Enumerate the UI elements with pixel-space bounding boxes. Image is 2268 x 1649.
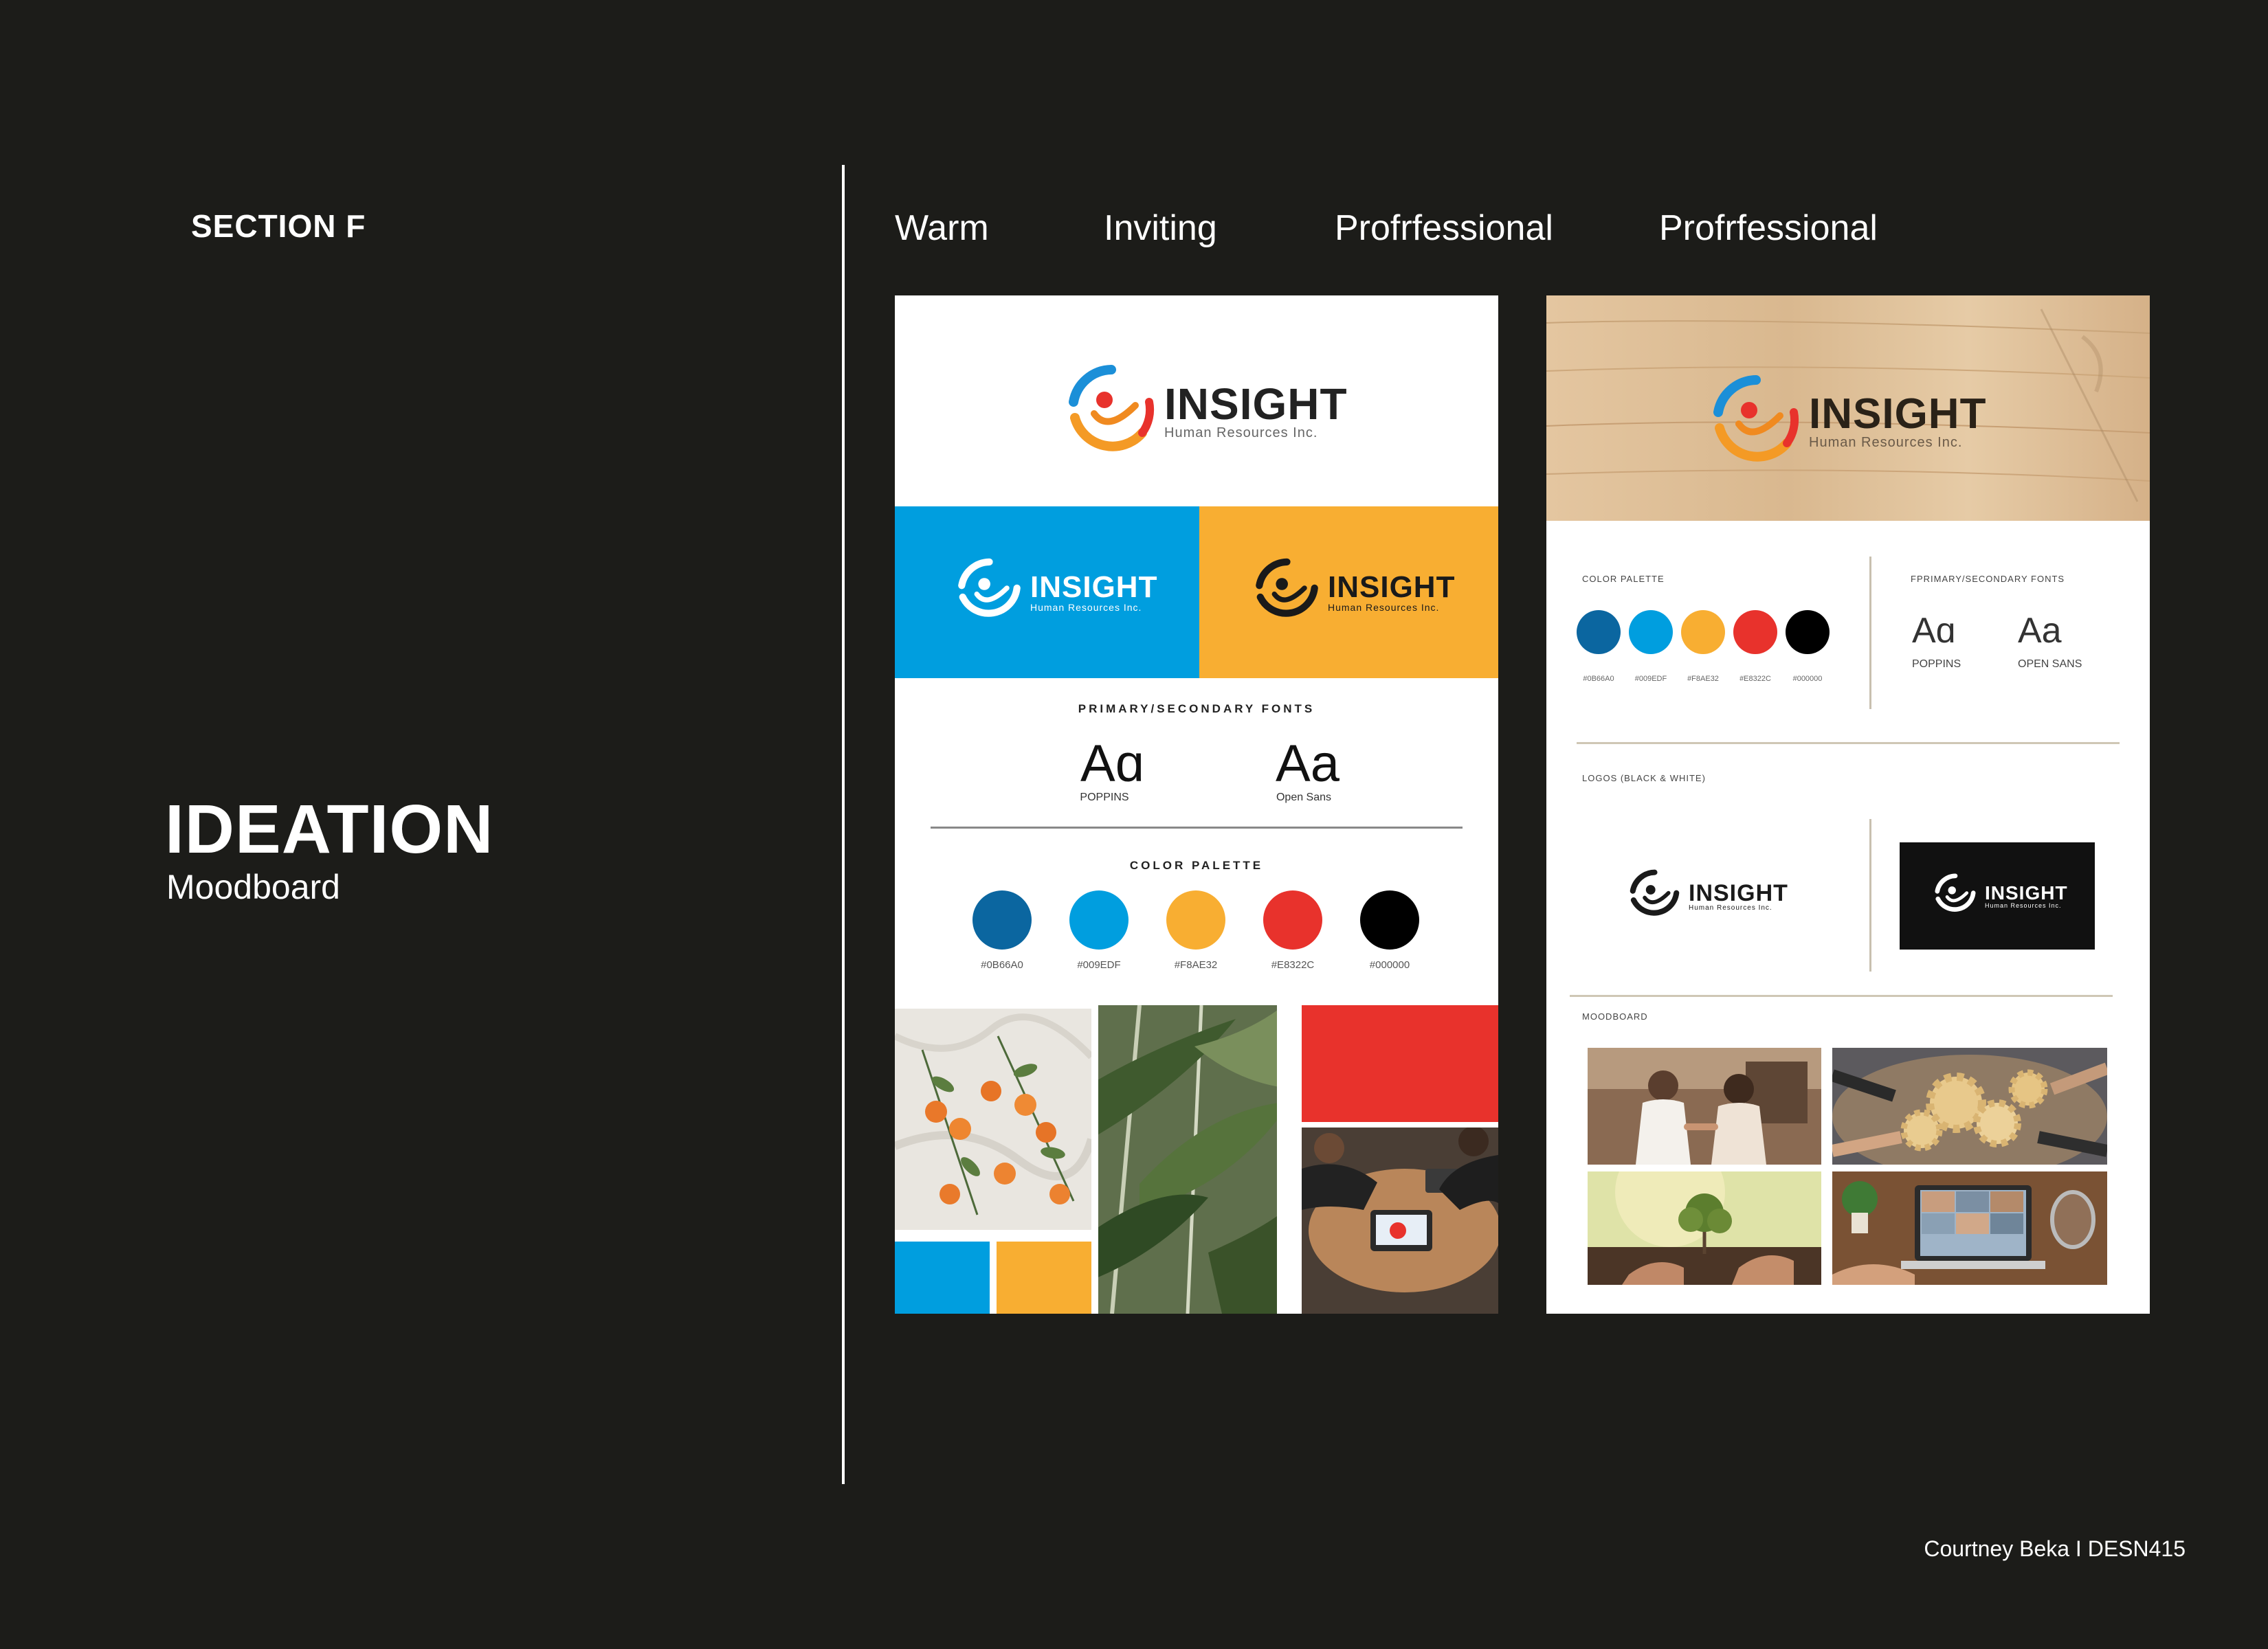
swatch-yellow xyxy=(1166,890,1225,950)
fonts-heading: FPRIMARY/SECONDARY FONTS xyxy=(1911,574,2065,584)
logo-wordmark: INSIGHT xyxy=(1809,390,1987,438)
logo-wordmark: INSIGHT xyxy=(1328,570,1456,604)
logo-tagline: Human Resources Inc. xyxy=(1809,434,1963,450)
moodboard-1: INSIGHT Human Resources Inc. INSIGHT Hum… xyxy=(895,295,1498,1314)
insight-logo-mark-icon xyxy=(1629,869,1680,924)
palette-heading: COLOR PALETTE xyxy=(1129,859,1264,872)
page-subtitle: Moodboard xyxy=(166,868,340,906)
wood-header: INSIGHT Human Resources Inc. xyxy=(1546,295,2150,521)
vertical-divider xyxy=(1869,557,1871,709)
oranges-photo xyxy=(895,1009,1091,1230)
font-name-secondary: OPEN SANS xyxy=(2018,658,2082,670)
swatch-black xyxy=(1786,610,1830,654)
swatch-blue xyxy=(972,890,1032,950)
insight-logo-mark-icon xyxy=(957,558,1022,627)
moodboard-heading: MOODBOARD xyxy=(1582,1011,1648,1022)
divider-line xyxy=(1570,995,2113,997)
swatch-red xyxy=(1263,890,1322,950)
vertical-divider xyxy=(1869,819,1871,972)
swatch-label: #E8322C xyxy=(1271,959,1315,971)
palette-heading: COLOR PALETTE xyxy=(1582,574,1665,584)
swatch-red xyxy=(1733,610,1777,654)
insight-logo-mark-icon xyxy=(1934,873,1977,919)
swatch-label: #009EDF xyxy=(1077,959,1121,971)
swatch-blue xyxy=(1577,610,1621,654)
yellow-color-block xyxy=(997,1242,1091,1314)
meeting-handshake-photo xyxy=(1302,1128,1498,1314)
logo-wordmark: INSIGHT xyxy=(1030,570,1158,604)
black-logo-panel: INSIGHT Human Resources Inc. xyxy=(1900,842,2095,950)
page-title: IDEATION xyxy=(165,791,494,868)
office-handshake-photo xyxy=(1588,1048,1821,1165)
insight-logo-white: INSIGHT Human Resources Inc. xyxy=(1934,873,2068,919)
moodboard-2: INSIGHT Human Resources Inc. COLOR PALET… xyxy=(1546,295,2150,1314)
font-name-secondary: Open Sans xyxy=(1276,792,1332,803)
keyword-warm: Warm xyxy=(895,208,989,248)
insight-logo-mark-icon xyxy=(1711,374,1801,467)
swatch-black xyxy=(1360,890,1419,950)
fonts-heading: PRIMARY/SECONDARY FONTS xyxy=(1078,702,1315,715)
swatch-light-blue xyxy=(1069,890,1129,950)
vertical-divider xyxy=(842,165,845,1484)
font-sample-secondary: Aa xyxy=(1276,734,1339,793)
red-color-block xyxy=(1302,1005,1498,1122)
swatch-yellow xyxy=(1681,610,1725,654)
font-name-primary: POPPINS xyxy=(1080,792,1129,803)
planting-tree-photo xyxy=(1588,1171,1821,1285)
swatch-label: #F8AE32 xyxy=(1174,959,1218,971)
blue-logo-panel: INSIGHT Human Resources Inc. xyxy=(895,506,1199,678)
logo-tagline: Human Resources Inc. xyxy=(1985,902,2062,909)
keyword-professional: Profrfessional xyxy=(1335,208,1553,248)
section-label: SECTION F xyxy=(191,208,366,244)
logo-wordmark: INSIGHT xyxy=(1689,880,1788,906)
blue-color-block xyxy=(895,1242,990,1314)
insight-logo-mark-icon xyxy=(1067,364,1156,457)
yellow-logo-panel: INSIGHT Human Resources Inc. xyxy=(1199,506,1498,678)
font-sample-primary: Aɑ xyxy=(1912,611,1956,651)
font-sample-secondary: Aa xyxy=(2018,611,2062,651)
insight-logo-color: INSIGHT Human Resources Inc. xyxy=(1067,364,1348,457)
divider-line xyxy=(931,827,1463,829)
video-call-desk-photo xyxy=(1832,1171,2107,1285)
swatch-label: #000000 xyxy=(1792,675,1823,683)
keyword-professional-2: Profrfessional xyxy=(1659,208,1878,248)
insight-logo-black: INSIGHT Human Resources Inc. xyxy=(1254,558,1455,627)
logo-tagline: Human Resources Inc. xyxy=(1328,602,1440,613)
logo-wordmark: INSIGHT xyxy=(1985,882,2068,904)
insight-logo-white: INSIGHT Human Resources Inc. xyxy=(957,558,1157,627)
logos-heading: LOGOS (BLACK & WHITE) xyxy=(1582,773,1706,783)
insight-logo-mark-icon xyxy=(1254,558,1320,627)
gears-teamwork-photo xyxy=(1832,1048,2107,1165)
logo-tagline: Human Resources Inc. xyxy=(1030,602,1142,613)
swatch-light-blue xyxy=(1629,610,1673,654)
insight-logo-black: INSIGHT Human Resources Inc. xyxy=(1629,869,1788,924)
author-credit: Courtney Beka I DESN415 xyxy=(1924,1536,2186,1561)
swatch-label: #0B66A0 xyxy=(981,959,1023,971)
keyword-inviting: Inviting xyxy=(1104,208,1217,248)
insight-logo-color: INSIGHT Human Resources Inc. xyxy=(1711,374,1986,467)
palm-leaves-photo xyxy=(1098,1005,1277,1314)
font-name-primary: POPPINS xyxy=(1912,658,1961,670)
logo-wordmark: INSIGHT xyxy=(1164,379,1348,429)
divider-line xyxy=(1577,742,2120,744)
font-sample-primary: Aɑ xyxy=(1080,734,1144,793)
swatch-label: #000000 xyxy=(1369,959,1410,971)
